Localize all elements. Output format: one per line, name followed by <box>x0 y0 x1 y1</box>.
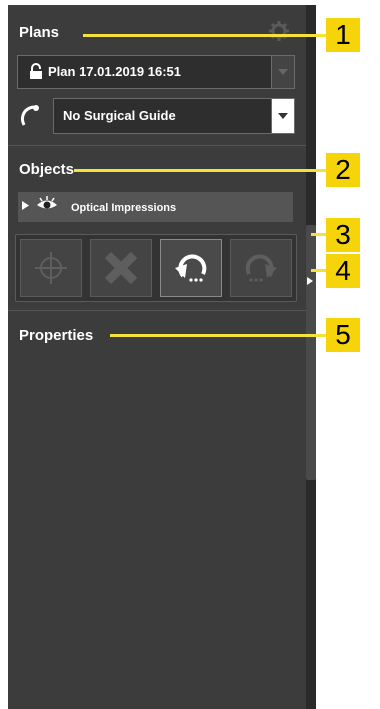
callout-line <box>311 233 326 236</box>
plan-dropdown-value: Plan 17.01.2019 16:51 <box>48 64 181 79</box>
objects-title: Objects <box>19 161 75 178</box>
section-divider <box>8 310 306 311</box>
plan-dropdown-arrow[interactable] <box>271 56 294 88</box>
chevron-down-icon <box>278 113 288 119</box>
surgical-guide-dropdown-arrow[interactable] <box>271 99 294 133</box>
properties-title: Properties <box>19 327 94 344</box>
lock-icon <box>30 63 42 79</box>
callout-line <box>74 169 326 172</box>
object-label-optical-impressions: Optical Impressions <box>71 202 177 214</box>
surgical-guide-icon <box>20 105 39 126</box>
callout-number: 2 <box>326 153 360 187</box>
callout-number: 4 <box>326 254 360 288</box>
surgical-guide-value: No Surgical Guide <box>63 108 176 123</box>
callout-number: 1 <box>326 18 360 52</box>
surgical-guide-dropdown[interactable]: No Surgical Guide <box>53 98 295 134</box>
collapse-arrow-icon[interactable] <box>307 277 313 285</box>
focus-object-button[interactable] <box>20 239 82 297</box>
redo-button[interactable] <box>230 239 292 297</box>
callout-line <box>311 269 326 272</box>
crosshair-icon <box>35 252 67 284</box>
gear-icon[interactable] <box>268 20 290 42</box>
expand-arrow-icon[interactable] <box>21 200 30 211</box>
plan-dropdown[interactable]: Plan 17.01.2019 16:51 <box>17 55 295 89</box>
redo-icon <box>245 254 277 282</box>
callout-number: 3 <box>326 218 360 252</box>
chevron-down-icon <box>278 69 288 75</box>
callout-line <box>110 334 326 337</box>
eye-icon[interactable] <box>36 196 58 212</box>
undo-icon <box>175 254 207 282</box>
undo-button[interactable] <box>160 239 222 297</box>
delete-object-button[interactable] <box>90 239 152 297</box>
close-icon <box>104 251 138 285</box>
callout-line <box>83 34 326 37</box>
panel-scrollbar-thumb[interactable] <box>306 225 316 480</box>
section-divider <box>8 145 306 146</box>
callout-number: 5 <box>326 318 360 352</box>
plans-title: Plans <box>19 24 60 41</box>
